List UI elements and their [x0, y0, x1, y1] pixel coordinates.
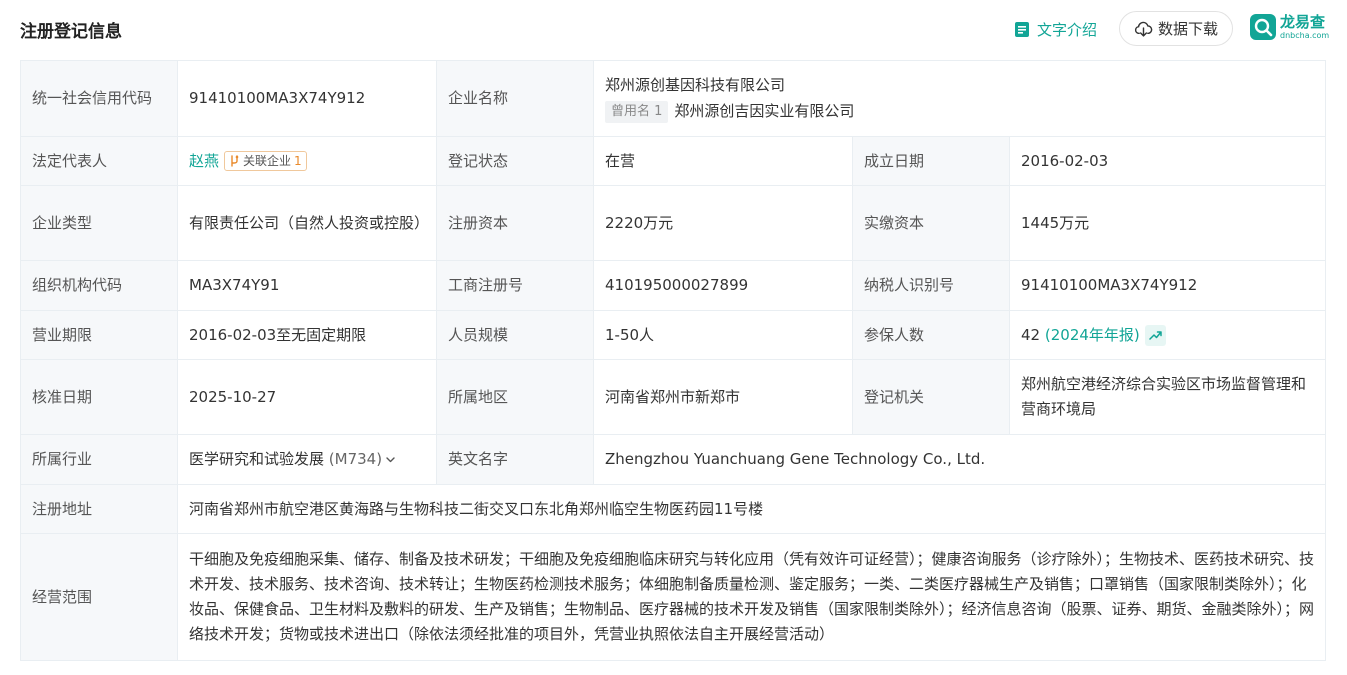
table-row: 法定代表人 赵燕 关联企业 1 登记状态 在营 成立日期 2016-02-03	[20, 136, 1327, 186]
credit-code-value: 91410100MA3X74Y912	[177, 60, 437, 137]
est-date-label: 成立日期	[852, 136, 1010, 186]
insured-label: 参保人数	[852, 310, 1010, 360]
table-row: 所属行业 医学研究和试验发展 (M734) 英文名字 Zhengzhou Yua…	[20, 434, 1327, 485]
trend-button[interactable]	[1144, 324, 1166, 346]
biz-reg-no-label: 工商注册号	[436, 260, 594, 311]
legal-rep-cell: 赵燕 关联企业 1	[177, 136, 437, 186]
related-companies-tag[interactable]: 关联企业 1	[224, 151, 307, 171]
data-download-button[interactable]: 数据下载	[1119, 11, 1233, 46]
former-name-tag: 曾用名 1	[605, 100, 669, 123]
insured-cell: 42 (2024年年报)	[1008, 310, 1327, 360]
reg-capital-value: 2220万元	[593, 185, 853, 261]
region-value: 河南省郑州市新郑市	[593, 359, 853, 435]
table-row: 营业期限 2016-02-03至无固定期限 人员规模 1-50人 参保人数 42…	[20, 310, 1327, 360]
registration-info-table: 统一社会信用代码 91410100MA3X74Y912 企业名称 郑州源创基因科…	[20, 60, 1327, 661]
insured-value: 42	[1021, 325, 1041, 344]
table-row: 企业类型 有限责任公司（自然人投资或控股） 注册资本 2220万元 实缴资本 1…	[20, 185, 1327, 261]
credit-code-label: 统一社会信用代码	[20, 60, 178, 137]
section-header: 注册登记信息 文字介绍 数据下载 龙易查 dnbcha.com	[0, 0, 1347, 58]
staff-size-label: 人员规模	[436, 310, 594, 360]
legal-rep-link[interactable]: 赵燕	[189, 152, 219, 170]
reg-address-value: 河南省郑州市航空港区黄海路与生物科技二街交叉口东北角郑州临空生物医药园11号楼	[176, 484, 1327, 534]
company-type-value: 有限责任公司（自然人投资或控股）	[177, 185, 437, 261]
region-label: 所属地区	[436, 359, 594, 435]
reg-authority-value: 郑州航空港经济综合实验区市场监督管理和营商环境局	[1008, 359, 1327, 435]
legal-rep-label: 法定代表人	[20, 136, 178, 186]
reg-authority-label: 登记机关	[852, 359, 1010, 435]
biz-scope-value: 干细胞及免疫细胞采集、储存、制备及技术研发；干细胞及免疫细胞临床研究与转化应用（…	[176, 533, 1327, 661]
table-row: 组织机构代码 MA3X74Y91 工商注册号 410195000027899 纳…	[20, 260, 1327, 311]
industry-code: (M734)	[328, 450, 383, 468]
cloud-download-icon	[1134, 21, 1153, 37]
section-title: 注册登记信息	[20, 22, 122, 42]
org-code-value: MA3X74Y91	[177, 260, 437, 311]
staff-size-value: 1-50人	[593, 310, 853, 360]
table-row: 经营范围 干细胞及免疫细胞采集、储存、制备及技术研发；干细胞及免疫细胞临床研究与…	[20, 533, 1327, 661]
industry-cell: 医学研究和试验发展 (M734)	[177, 434, 437, 485]
trend-chart-icon	[1149, 330, 1162, 340]
english-name-value: Zhengzhou Yuanchuang Gene Technology Co.…	[592, 434, 1327, 485]
biz-term-value: 2016-02-03至无固定期限	[177, 310, 437, 360]
reg-status-value: 在营	[593, 136, 853, 186]
related-companies-count: 1	[294, 154, 302, 168]
approval-date-label: 核准日期	[20, 359, 178, 435]
table-row: 统一社会信用代码 91410100MA3X74Y912 企业名称 郑州源创基因科…	[20, 60, 1327, 137]
org-code-label: 组织机构代码	[20, 260, 178, 311]
biz-scope-label: 经营范围	[20, 533, 178, 661]
est-date-value: 2016-02-03	[1008, 136, 1327, 186]
table-row: 注册地址 河南省郑州市航空港区黄海路与生物科技二街交叉口东北角郑州临空生物医药园…	[20, 484, 1327, 534]
text-intro-label: 文字介绍	[1037, 20, 1098, 39]
reg-address-label: 注册地址	[20, 484, 178, 534]
biz-term-label: 营业期限	[20, 310, 178, 360]
brand-logo: 龙易查 dnbcha.com	[1250, 14, 1329, 40]
approval-date-value: 2025-10-27	[177, 359, 437, 435]
paid-capital-label: 实缴资本	[852, 185, 1010, 261]
chevron-down-icon[interactable]	[385, 454, 396, 465]
document-icon	[1015, 21, 1029, 37]
former-name-value: 郑州源创吉因实业有限公司	[674, 102, 855, 120]
reg-capital-label: 注册资本	[436, 185, 594, 261]
industry-value: 医学研究和试验发展	[189, 450, 325, 468]
paid-capital-value: 1445万元	[1008, 185, 1327, 261]
company-name-label: 企业名称	[436, 60, 594, 137]
biz-reg-no-value: 410195000027899	[593, 260, 853, 311]
data-download-label: 数据下载	[1157, 20, 1218, 38]
related-companies-label: 关联企业	[243, 154, 292, 168]
table-row: 核准日期 2025-10-27 所属地区 河南省郑州市新郑市 登记机关 郑州航空…	[20, 359, 1327, 435]
company-name-value: 郑州源创基因科技有限公司	[605, 76, 786, 94]
company-name-cell: 郑州源创基因科技有限公司 曾用名 1 郑州源创吉因实业有限公司	[592, 60, 1327, 137]
annual-report-link[interactable]: (2024年年报)	[1045, 326, 1140, 344]
reg-status-label: 登记状态	[436, 136, 594, 186]
taxpayer-id-value: 91410100MA3X74Y912	[1008, 260, 1327, 311]
relation-icon	[231, 155, 239, 167]
company-type-label: 企业类型	[20, 185, 178, 261]
longyicha-logo-icon	[1250, 14, 1276, 40]
text-intro-button[interactable]: 文字介绍	[1014, 16, 1097, 42]
english-name-label: 英文名字	[436, 434, 594, 485]
taxpayer-id-label: 纳税人识别号	[852, 260, 1010, 311]
industry-label: 所属行业	[20, 434, 178, 485]
brand-domain: dnbcha.com	[1280, 30, 1330, 40]
brand-name: 龙易查	[1280, 12, 1326, 31]
